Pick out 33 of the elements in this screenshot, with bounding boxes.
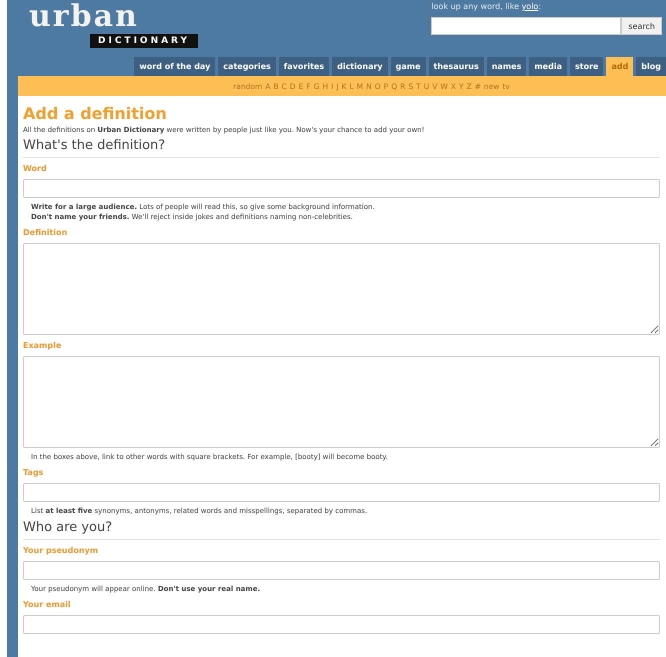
nav-tab[interactable]: store [570, 57, 604, 76]
example-word-link[interactable]: yolo [522, 2, 538, 11]
nav-tab[interactable]: thesaurus [428, 57, 484, 76]
nav-tab[interactable]: blog [636, 57, 666, 76]
nav-tab[interactable]: favorites [278, 57, 330, 76]
field-label: Your pseudonym [23, 546, 100, 555]
page-title: Add a definition [23, 104, 168, 123]
input-field[interactable] [23, 561, 660, 580]
field-label: Tags [23, 468, 44, 477]
nav-tab[interactable]: categories [218, 57, 276, 76]
section-heading: What's the definition? [23, 138, 660, 158]
field-label: Example [23, 341, 62, 350]
logo-wordmark[interactable]: urban [29, 0, 139, 34]
section-heading: Who are you? [23, 520, 660, 540]
field-label: Your email [23, 600, 72, 609]
nav-tab[interactable]: add [606, 57, 634, 76]
search-button[interactable]: search [621, 17, 662, 35]
nav-tab[interactable]: media [529, 57, 567, 76]
field-label: Definition [23, 228, 68, 237]
nav-tab[interactable]: names [486, 57, 526, 76]
input-field[interactable] [23, 483, 660, 502]
search-field[interactable] [431, 17, 622, 35]
nav-tab[interactable]: word of the day [134, 57, 216, 76]
nav-tab[interactable]: game [390, 57, 426, 76]
nav-tab[interactable]: dictionary [332, 57, 388, 76]
text-area[interactable] [23, 356, 660, 448]
colon: : [538, 2, 542, 11]
field-label: Word [23, 164, 48, 173]
text-area[interactable] [23, 243, 660, 335]
logo-banner[interactable]: DICTIONARY [90, 34, 198, 48]
search-prompt: look up any word, like [431, 2, 520, 11]
input-field[interactable] [23, 179, 660, 198]
input-field[interactable] [23, 615, 660, 634]
